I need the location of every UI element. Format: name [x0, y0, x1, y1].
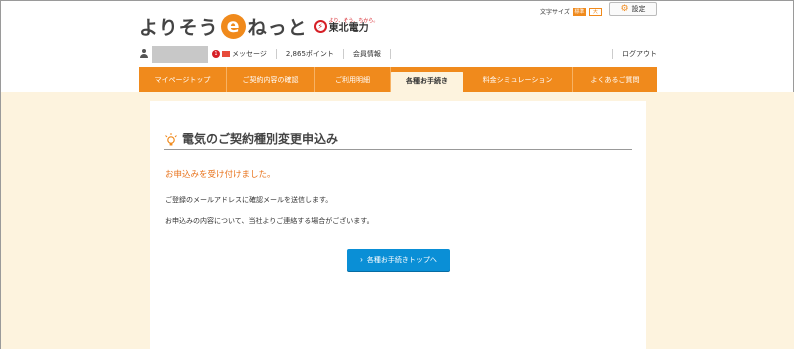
info-text-email: ご登録のメールアドレスに確認メールを送信します。	[165, 196, 333, 204]
settings-button[interactable]: ⚙ 設定	[609, 2, 657, 16]
logo-text-pre: よりそう	[139, 16, 219, 39]
font-size-control: 文字サイズ 標準 大	[540, 7, 602, 16]
user-icon	[139, 49, 149, 59]
user-bar: 1 メッセージ 2,865ポイント 会員情報 ログアウト	[139, 45, 657, 63]
site-logo[interactable]: よりそう e ねっと ⚡ より、そう、ちから。 東北電力	[139, 11, 378, 41]
member-info-link[interactable]: 会員情報	[344, 49, 391, 59]
nav-contract-confirm[interactable]: ご契約内容の確認	[227, 67, 315, 92]
chevron-right-icon: ›	[360, 255, 363, 264]
nav-mypage-top[interactable]: マイページトップ	[139, 67, 227, 92]
font-size-large-button[interactable]: 大	[588, 7, 602, 16]
nav-procedures[interactable]: 各種お手続き	[391, 70, 463, 92]
font-size-standard-button[interactable]: 標準	[572, 7, 586, 16]
info-text-contact: お申込みの内容について、当社よりご連絡する場合がございます。	[165, 217, 374, 225]
procedures-top-button[interactable]: › 各種お手続きトップへ	[347, 249, 450, 271]
nav-usage-details[interactable]: ご利用明細	[315, 67, 391, 92]
messages-link[interactable]: 1 メッセージ	[212, 49, 277, 59]
messages-label: メッセージ	[232, 50, 267, 58]
main-nav: マイページトップ ご契約内容の確認 ご利用明細 各種お手続き 料金シミュレーショ…	[139, 67, 657, 92]
procedures-top-label: 各種お手続きトップへ	[366, 257, 437, 264]
username-redacted	[152, 45, 208, 63]
nav-faq[interactable]: よくあるご質問	[573, 67, 657, 92]
company-name: 東北電力	[328, 22, 369, 34]
font-size-label: 文字サイズ	[540, 9, 570, 16]
mail-icon	[222, 51, 230, 57]
lightbulb-icon	[164, 132, 178, 146]
lightning-icon: ⚡	[313, 19, 327, 33]
message-count-badge: 1	[212, 50, 220, 58]
background-left	[1, 92, 139, 349]
points-link[interactable]: 2,865ポイント	[277, 49, 344, 59]
content-card: 電気のご契約種別変更申込み お申込みを受け付けました。 ご登録のメールアドレスに…	[150, 101, 646, 349]
success-message: お申込みを受け付けました。	[165, 170, 276, 180]
logo-text-post: ねっと	[247, 16, 308, 39]
page-title-row: 電気のご契約種別変更申込み	[164, 128, 632, 150]
settings-label: 設定	[631, 5, 646, 13]
company-logo: ⚡ より、そう、ちから。 東北電力	[313, 18, 378, 34]
background-right	[657, 92, 794, 349]
nav-price-simulation[interactable]: 料金シミュレーション	[463, 67, 573, 92]
logout-link[interactable]: ログアウト	[612, 49, 657, 59]
gear-icon: ⚙	[620, 3, 629, 14]
logo-e-icon: e	[220, 13, 246, 39]
page-title: 電気のご契約種別変更申込み	[182, 132, 339, 146]
